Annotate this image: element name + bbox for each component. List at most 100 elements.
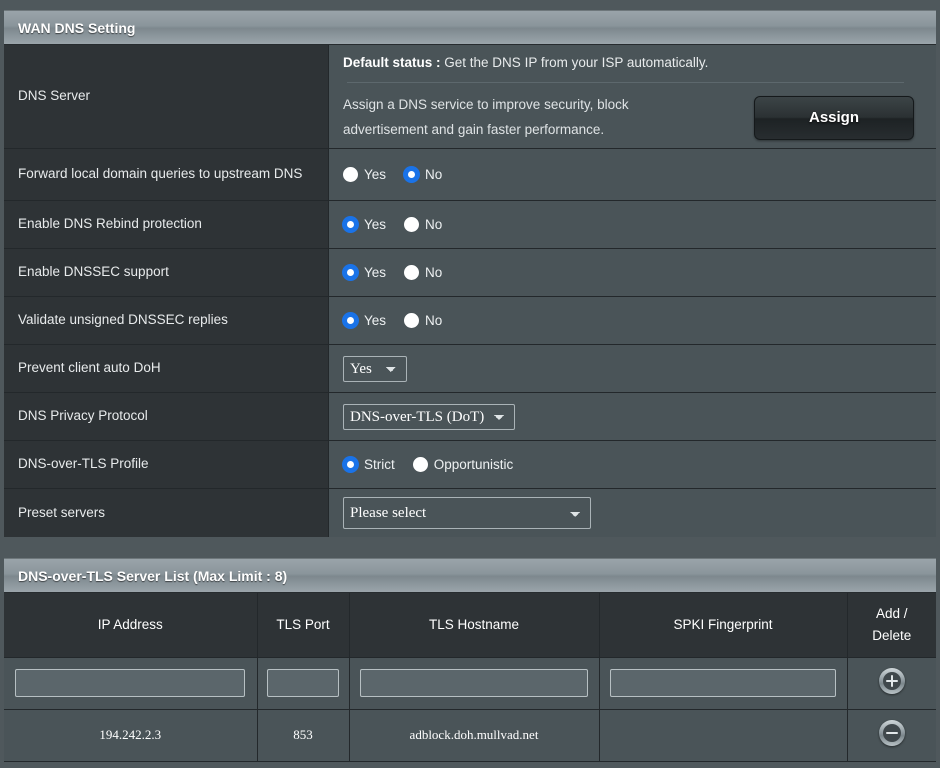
column-header-tls-port: TLS Port (257, 593, 350, 658)
radio-label: Yes (364, 167, 387, 182)
row-forward-local-domain: Forward local domain queries to upstream… (4, 149, 936, 201)
panel-title-dot-server-list: DNS-over-TLS Server List (Max Limit : 8) (4, 559, 936, 593)
column-header-ip-address: IP Address (4, 593, 258, 658)
radio-dot-icon (343, 313, 358, 328)
select-prevent-client-auto-doh[interactable]: Yes (343, 355, 407, 382)
radio-forward-local-no[interactable]: No (404, 167, 442, 182)
radio-dot-icon (343, 167, 358, 182)
radio-label: Strict (364, 457, 395, 472)
radio-dot-icon (404, 265, 420, 280)
label-forward-local-domain: Forward local domain queries to upstream… (4, 149, 329, 200)
radio-label: Opportunistic (433, 457, 514, 472)
radio-dot-icon (343, 457, 358, 472)
radio-label: No (425, 217, 443, 232)
value-dot-profile: Strict Opportunistic (329, 441, 936, 488)
row-dns-rebind-protection: Enable DNS Rebind protection Yes No (4, 201, 936, 249)
row-dot-profile: DNS-over-TLS Profile Strict Opportunisti… (4, 441, 936, 489)
table-body: 194.242.2.3 853 adblock.doh.mullvad.net (4, 657, 936, 762)
radio-dot-icon (404, 313, 420, 328)
input-tls-hostname[interactable] (360, 669, 588, 697)
cell-tls-hostname: adblock.doh.mullvad.net (349, 709, 600, 762)
dns-default-status: Default status : Get the DNS IP from you… (343, 51, 922, 70)
dns-server-content: Default status : Get the DNS IP from you… (343, 51, 922, 143)
dot-server-list-table: IP Address TLS Port TLS Hostname SPKI Fi… (4, 593, 936, 762)
cell-new-ip-address (4, 657, 258, 710)
column-header-spki-fingerprint: SPKI Fingerprint (599, 593, 848, 658)
label-preset-servers: Preset servers (4, 489, 329, 537)
dot-server-list-panel: DNS-over-TLS Server List (Max Limit : 8)… (4, 558, 936, 762)
input-spki-fingerprint[interactable] (610, 669, 836, 697)
divider (347, 81, 904, 83)
value-validate-unsigned-dnssec: Yes No (329, 297, 936, 344)
value-dns-rebind-protection: Yes No (329, 201, 936, 248)
radio-validate-unsigned-no[interactable]: No (404, 313, 442, 328)
radio-dot-icon (412, 457, 428, 472)
radio-forward-local-yes[interactable]: Yes (343, 167, 386, 182)
radio-dot-profile-strict[interactable]: Strict (343, 457, 395, 472)
cell-delete-action (847, 709, 936, 762)
value-dns-privacy-protocol: DNS-over-TLS (DoT) (329, 393, 936, 440)
label-validate-unsigned-dnssec: Validate unsigned DNSSEC replies (4, 297, 329, 344)
minus-circle-icon[interactable] (878, 720, 905, 746)
dns-default-status-text: Get the DNS IP from your ISP automatical… (444, 54, 709, 70)
radio-dot-icon (404, 217, 420, 232)
panel-title-wan-dns: WAN DNS Setting (4, 11, 936, 45)
cell-new-tls-hostname (349, 657, 600, 710)
label-prevent-client-auto-doh: Prevent client auto DoH (4, 345, 329, 392)
radio-dnssec-yes[interactable]: Yes (343, 265, 386, 280)
row-dns-server: DNS Server Default status : Get the DNS … (4, 45, 936, 149)
assign-button[interactable]: Assign (754, 95, 914, 140)
label-dns-privacy-protocol: DNS Privacy Protocol (4, 393, 329, 440)
table-row: 194.242.2.3 853 adblock.doh.mullvad.net (4, 709, 936, 762)
cell-spki-fingerprint (599, 709, 848, 762)
plus-vertical-bar (890, 675, 893, 687)
cell-new-tls-port (257, 657, 350, 710)
label-dnssec-support: Enable DNSSEC support (4, 249, 329, 296)
radio-label: Yes (364, 265, 387, 280)
column-header-add-delete: Add / Delete (847, 593, 936, 658)
input-tls-port[interactable] (267, 669, 339, 697)
cell-ip-address: 194.242.2.3 (4, 709, 258, 762)
dns-assign-area: Assign a DNS service to improve security… (343, 93, 922, 143)
radio-dot-icon (343, 265, 358, 280)
row-prevent-client-auto-doh: Prevent client auto DoH Yes (4, 345, 936, 393)
radio-dns-rebind-no[interactable]: No (404, 217, 442, 232)
radio-label: No (425, 167, 443, 182)
value-forward-local-domain: Yes No (329, 149, 936, 200)
radio-group-dot-profile: Strict Opportunistic (343, 457, 513, 472)
dns-assign-description-line1: Assign a DNS service to improve security… (343, 96, 629, 112)
dns-assign-description-line2: advertisement and gain faster performanc… (343, 121, 605, 137)
row-dns-privacy-protocol: DNS Privacy Protocol DNS-over-TLS (DoT) (4, 393, 936, 441)
column-header-tls-hostname: TLS Hostname (349, 593, 600, 658)
dns-default-status-prefix: Default status : (343, 54, 441, 70)
label-dns-server: DNS Server (4, 45, 329, 148)
plus-circle-icon[interactable] (878, 668, 905, 694)
radio-dnssec-no[interactable]: No (404, 265, 442, 280)
radio-label: Yes (364, 313, 387, 328)
table-header-row: IP Address TLS Port TLS Hostname SPKI Fi… (4, 593, 936, 658)
label-dot-profile: DNS-over-TLS Profile (4, 441, 329, 488)
radio-dot-icon (343, 217, 358, 232)
value-dnssec-support: Yes No (329, 249, 936, 296)
radio-validate-unsigned-yes[interactable]: Yes (343, 313, 386, 328)
radio-dns-rebind-yes[interactable]: Yes (343, 217, 386, 232)
cell-tls-port: 853 (257, 709, 350, 762)
cell-add-action (847, 657, 936, 710)
radio-group-dnssec: Yes No (343, 265, 442, 280)
radio-group-validate-unsigned: Yes No (343, 313, 442, 328)
radio-label: No (425, 313, 443, 328)
select-dns-privacy-protocol[interactable]: DNS-over-TLS (DoT) (343, 403, 515, 430)
dns-assign-description: Assign a DNS service to improve security… (343, 93, 629, 143)
radio-group-dns-rebind: Yes No (343, 217, 442, 232)
label-dns-rebind-protection: Enable DNS Rebind protection (4, 201, 329, 248)
table-row-new-entry (4, 657, 936, 710)
row-preset-servers: Preset servers Please select (4, 489, 936, 537)
value-dns-server: Default status : Get the DNS IP from you… (329, 45, 936, 148)
radio-dot-profile-opportunistic[interactable]: Opportunistic (412, 457, 514, 472)
minus-horizontal-bar (885, 732, 898, 734)
select-preset-servers[interactable]: Please select (343, 497, 591, 529)
cell-new-spki-fingerprint (599, 657, 848, 710)
row-validate-unsigned-dnssec: Validate unsigned DNSSEC replies Yes No (4, 297, 936, 345)
value-prevent-client-auto-doh: Yes (329, 345, 936, 392)
input-ip-address[interactable] (15, 669, 246, 697)
